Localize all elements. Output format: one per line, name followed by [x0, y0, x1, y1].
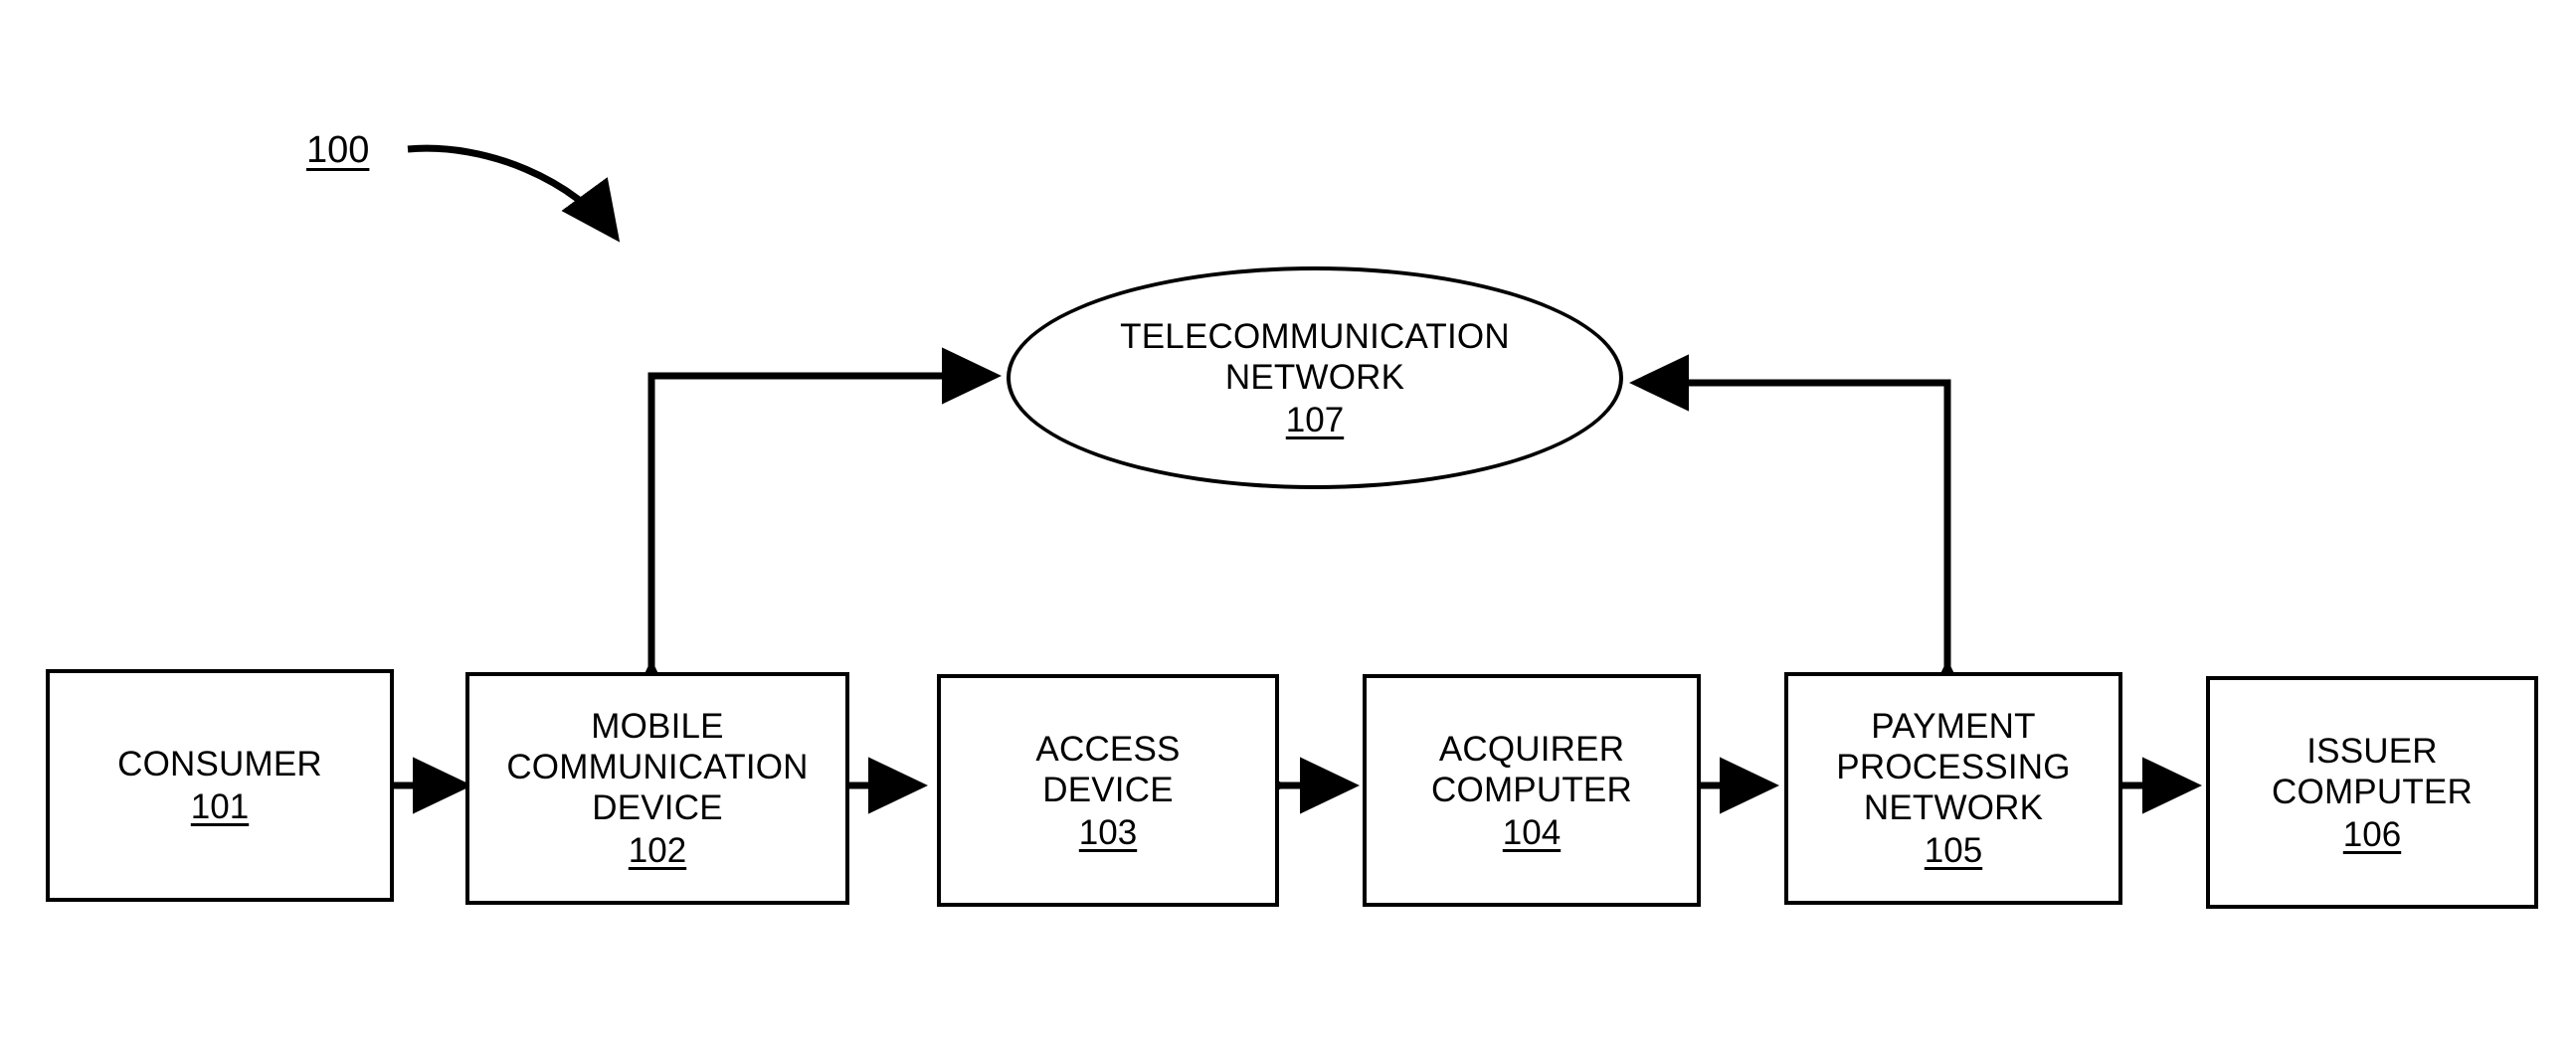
node-label-line: NETWORK: [1863, 788, 2044, 827]
node-label-line: MOBILE: [591, 707, 724, 746]
node-label-line: PROCESSING: [1836, 748, 2071, 786]
node-reference-numeral: 101: [190, 787, 250, 826]
node-label-line: COMMUNICATION: [506, 748, 809, 786]
node-label-line: COMPUTER: [2272, 772, 2473, 811]
figure-lead-arrow: [407, 144, 621, 243]
node-label-line: PAYMENT: [1871, 707, 2036, 746]
node-telecommunication-network[interactable]: TELECOMMUNICATION NETWORK 107: [1007, 266, 1623, 489]
node-label-line: COMPUTER: [1431, 770, 1632, 809]
node-acquirer-computer[interactable]: ACQUIRER COMPUTER 104: [1363, 674, 1701, 907]
figure-number-label: 100: [306, 129, 370, 171]
node-payment-processing-network[interactable]: PAYMENT PROCESSING NETWORK 105: [1784, 672, 2122, 905]
node-access-device[interactable]: ACCESS DEVICE 103: [937, 674, 1279, 907]
node-issuer-computer[interactable]: ISSUER COMPUTER 106: [2206, 676, 2538, 909]
node-label-line: TELECOMMUNICATION: [1120, 316, 1510, 356]
node-label-line: ISSUER: [2306, 731, 2438, 771]
connector-mobile-to-telecom: [623, 347, 1003, 720]
node-label-line: ACCESS: [1035, 729, 1181, 769]
node-label-line: CONSUMER: [117, 745, 322, 783]
node-reference-numeral: 102: [628, 831, 687, 870]
node-reference-numeral: 104: [1502, 812, 1562, 852]
connector-payment-to-telecom: [1628, 354, 1976, 720]
node-label-line: NETWORK: [1224, 357, 1405, 397]
node-reference-numeral: 107: [1285, 400, 1345, 439]
node-reference-numeral: 105: [1924, 831, 1983, 870]
patent-figure-diagram: 100 TELECOMMUNICATION NETWORK 107 CONSUM…: [0, 0, 2576, 1041]
node-consumer[interactable]: CONSUMER 101: [46, 669, 394, 902]
node-mobile-communication-device[interactable]: MOBILE COMMUNICATION DEVICE 102: [465, 672, 849, 905]
node-label-line: DEVICE: [592, 788, 723, 827]
node-label-line: ACQUIRER: [1438, 729, 1625, 769]
node-reference-numeral: 106: [2342, 814, 2402, 854]
node-label-line: DEVICE: [1042, 770, 1174, 809]
node-reference-numeral: 103: [1078, 812, 1138, 852]
